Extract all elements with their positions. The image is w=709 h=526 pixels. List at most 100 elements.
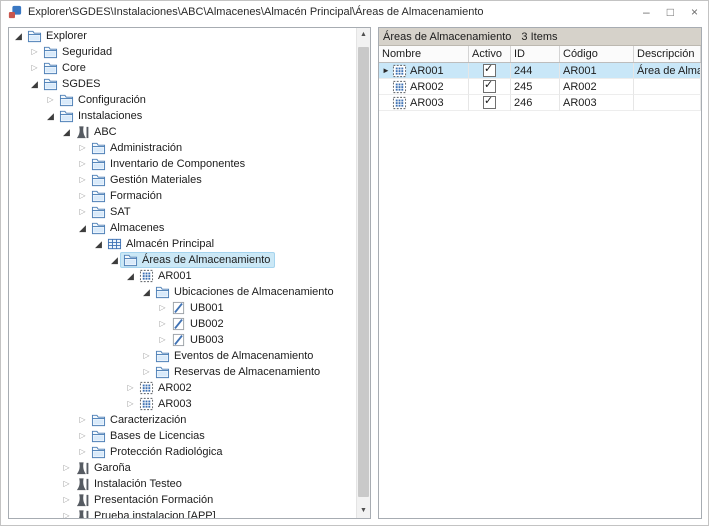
tree-item-ub001[interactable]: ▷UB001 bbox=[9, 300, 356, 316]
expand-arrow-icon[interactable]: ▷ bbox=[77, 412, 88, 428]
column-header-descripcion[interactable]: Descripción bbox=[634, 46, 701, 62]
expand-arrow-icon[interactable]: ▷ bbox=[77, 428, 88, 444]
tree-item-ub003[interactable]: ▷UB003 bbox=[9, 332, 356, 348]
expand-arrow-icon[interactable]: ▷ bbox=[45, 92, 56, 108]
expand-arrow-icon[interactable]: ▷ bbox=[61, 508, 72, 518]
tree-node-body[interactable]: UB003 bbox=[168, 332, 229, 348]
table-row-ar001[interactable]: ►AR001✓244AR001Área de Almac bbox=[379, 63, 701, 79]
tree-item-ar001[interactable]: ◢AR001 bbox=[9, 268, 356, 284]
tree-node-body[interactable]: AR002 bbox=[136, 380, 197, 396]
tree-node-body[interactable]: Eventos de Almacenamiento bbox=[152, 348, 318, 364]
column-header-activo[interactable]: Activo bbox=[469, 46, 511, 62]
cell-nombre[interactable]: ►AR001 bbox=[379, 63, 469, 79]
tree-node-body[interactable]: Caracterización bbox=[88, 412, 191, 428]
tree-item-administracion[interactable]: ▷Administración bbox=[9, 140, 356, 156]
tree-item-gestion-materiales[interactable]: ▷Gestión Materiales bbox=[9, 172, 356, 188]
expand-arrow-icon[interactable]: ▷ bbox=[61, 460, 72, 476]
tree-node-body[interactable]: Administración bbox=[88, 140, 187, 156]
tree-node-body[interactable]: Ubicaciones de Almacenamiento bbox=[152, 284, 339, 300]
expand-arrow-icon[interactable]: ▷ bbox=[125, 380, 136, 396]
expand-arrow-icon[interactable]: ▷ bbox=[157, 332, 168, 348]
expand-arrow-icon[interactable]: ▷ bbox=[29, 60, 40, 76]
collapse-arrow-icon[interactable]: ◢ bbox=[109, 252, 120, 268]
scroll-down-icon[interactable]: ▼ bbox=[357, 504, 370, 518]
close-button[interactable]: × bbox=[691, 1, 698, 23]
collapse-arrow-icon[interactable]: ◢ bbox=[93, 236, 104, 252]
tree-item-sgdes[interactable]: ◢SGDES bbox=[9, 76, 356, 92]
tree-item-formacion[interactable]: ▷Formación bbox=[9, 188, 356, 204]
table-row-ar002[interactable]: AR002✓245AR002 bbox=[379, 79, 701, 95]
expand-arrow-icon[interactable]: ▷ bbox=[77, 204, 88, 220]
table-row-ar003[interactable]: AR003✓246AR003 bbox=[379, 95, 701, 111]
expand-arrow-icon[interactable]: ▷ bbox=[77, 156, 88, 172]
tree-node-body[interactable]: Garoña bbox=[72, 460, 136, 476]
tree-item-areas-de-almacenamiento[interactable]: ◢Áreas de Almacenamiento bbox=[9, 252, 356, 268]
tree-node-body[interactable]: Protección Radiológica bbox=[88, 444, 228, 460]
tree-node-body[interactable]: Configuración bbox=[56, 92, 151, 108]
tree-item-garona[interactable]: ▷Garoña bbox=[9, 460, 356, 476]
collapse-arrow-icon[interactable]: ◢ bbox=[125, 268, 136, 284]
minimize-button[interactable]: – bbox=[643, 1, 650, 23]
collapse-arrow-icon[interactable]: ◢ bbox=[29, 76, 40, 92]
collapse-arrow-icon[interactable]: ◢ bbox=[61, 124, 72, 140]
tree-item-proteccion-radiologica[interactable]: ▷Protección Radiológica bbox=[9, 444, 356, 460]
activo-checkbox[interactable]: ✓ bbox=[483, 64, 496, 77]
tree-item-prueba-instalacion-app[interactable]: ▷Prueba instalacion [APP] bbox=[9, 508, 356, 518]
tree-item-ubicaciones-de-almacenamiento[interactable]: ◢Ubicaciones de Almacenamiento bbox=[9, 284, 356, 300]
tree-node-body[interactable]: Explorer bbox=[24, 28, 92, 44]
tree-node-body[interactable]: UB001 bbox=[168, 300, 229, 316]
tree-node-body[interactable]: Áreas de Almacenamiento bbox=[120, 252, 275, 268]
tree-item-explorer[interactable]: ◢Explorer bbox=[9, 28, 356, 44]
tree-node-body[interactable]: Almacén Principal bbox=[104, 236, 219, 252]
expand-arrow-icon[interactable]: ▷ bbox=[77, 188, 88, 204]
tree-scrollbar[interactable]: ▲ ▼ bbox=[356, 28, 370, 518]
expand-arrow-icon[interactable]: ▷ bbox=[125, 396, 136, 412]
tree-node-body[interactable]: Instalaciones bbox=[56, 108, 147, 124]
collapse-arrow-icon[interactable]: ◢ bbox=[45, 108, 56, 124]
tree-item-seguridad[interactable]: ▷Seguridad bbox=[9, 44, 356, 60]
tree-node-body[interactable]: Seguridad bbox=[40, 44, 117, 60]
tree-node-body[interactable]: Bases de Licencias bbox=[88, 428, 210, 444]
tree-item-core[interactable]: ▷Core bbox=[9, 60, 356, 76]
expand-arrow-icon[interactable]: ▷ bbox=[141, 364, 152, 380]
expand-arrow-icon[interactable]: ▷ bbox=[157, 316, 168, 332]
expand-arrow-icon[interactable]: ▷ bbox=[29, 44, 40, 60]
tree-item-abc[interactable]: ◢ABC bbox=[9, 124, 356, 140]
tree-item-presentacion-formacion[interactable]: ▷Presentación Formación bbox=[9, 492, 356, 508]
column-header-codigo[interactable]: Código bbox=[560, 46, 634, 62]
tree-node-body[interactable]: SGDES bbox=[40, 76, 106, 92]
tree-item-ar003[interactable]: ▷AR003 bbox=[9, 396, 356, 412]
expand-arrow-icon[interactable]: ▷ bbox=[61, 476, 72, 492]
tree-node-body[interactable]: Reservas de Almacenamiento bbox=[152, 364, 325, 380]
tree-node-body[interactable]: Inventario de Componentes bbox=[88, 156, 250, 172]
collapse-arrow-icon[interactable]: ◢ bbox=[141, 284, 152, 300]
tree-item-eventos-de-almacenamiento[interactable]: ▷Eventos de Almacenamiento bbox=[9, 348, 356, 364]
tree-node-body[interactable]: UB002 bbox=[168, 316, 229, 332]
cell-nombre[interactable]: AR002 bbox=[379, 79, 469, 95]
scrollbar-thumb[interactable] bbox=[358, 47, 369, 497]
tree-item-caracterizacion[interactable]: ▷Caracterización bbox=[9, 412, 356, 428]
tree-node-body[interactable]: Gestión Materiales bbox=[88, 172, 207, 188]
tree-node-body[interactable]: SAT bbox=[88, 204, 136, 220]
tree-node-body[interactable]: Instalación Testeo bbox=[72, 476, 187, 492]
activo-checkbox[interactable]: ✓ bbox=[483, 96, 496, 109]
tree-item-ar002[interactable]: ▷AR002 bbox=[9, 380, 356, 396]
collapse-arrow-icon[interactable]: ◢ bbox=[77, 220, 88, 236]
column-header-nombre[interactable]: Nombre bbox=[379, 46, 469, 62]
tree-item-configuracion[interactable]: ▷Configuración bbox=[9, 92, 356, 108]
tree-item-inventario-de-componentes[interactable]: ▷Inventario de Componentes bbox=[9, 156, 356, 172]
tree-item-reservas-de-almacenamiento[interactable]: ▷Reservas de Almacenamiento bbox=[9, 364, 356, 380]
tree-node-body[interactable]: ABC bbox=[72, 124, 122, 140]
tree-item-ub002[interactable]: ▷UB002 bbox=[9, 316, 356, 332]
tree-node-body[interactable]: Presentación Formación bbox=[72, 492, 218, 508]
tree-node-body[interactable]: Formación bbox=[88, 188, 167, 204]
maximize-button[interactable]: □ bbox=[667, 1, 674, 23]
activo-checkbox[interactable]: ✓ bbox=[483, 80, 496, 93]
expand-arrow-icon[interactable]: ▷ bbox=[77, 444, 88, 460]
tree-node-body[interactable]: AR003 bbox=[136, 396, 197, 412]
tree-node-body[interactable]: Prueba instalacion [APP] bbox=[72, 508, 221, 518]
tree-item-instalacion-testeo[interactable]: ▷Instalación Testeo bbox=[9, 476, 356, 492]
tree-node-body[interactable]: AR001 bbox=[136, 268, 197, 284]
tree-node-body[interactable]: Almacenes bbox=[88, 220, 169, 236]
tree-item-sat[interactable]: ▷SAT bbox=[9, 204, 356, 220]
